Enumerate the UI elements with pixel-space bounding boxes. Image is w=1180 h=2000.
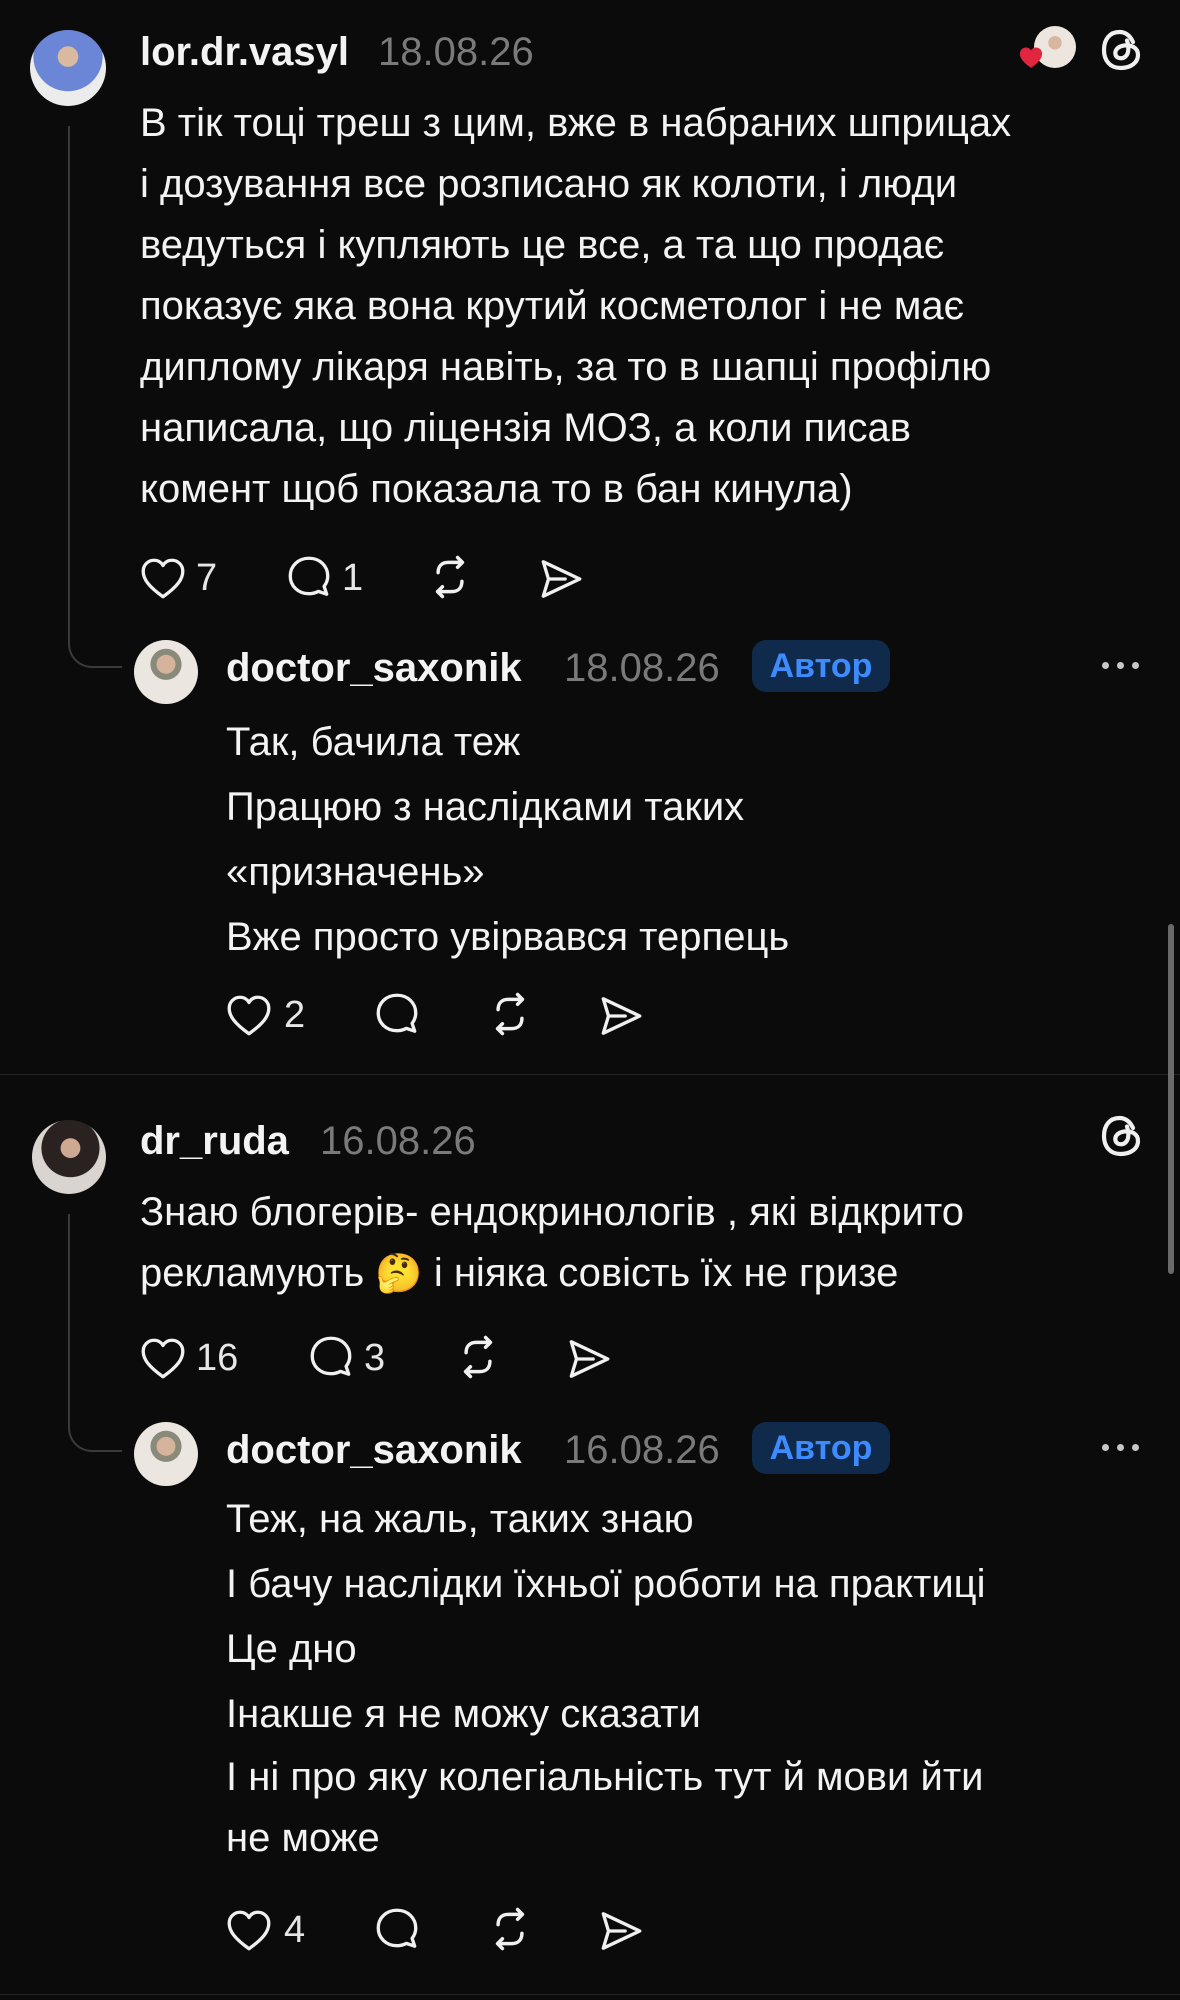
comment-line: ведуться і купляють це все, а та що прод… xyxy=(140,223,945,267)
repost-icon[interactable] xyxy=(484,1902,536,1956)
text-segment: рекламують xyxy=(140,1251,365,1295)
reply-count: 3 xyxy=(364,1337,386,1379)
reply-line: Так, бачила теж xyxy=(226,720,521,764)
like-icon[interactable] xyxy=(224,991,274,1041)
timestamp: 18.08.26 xyxy=(378,30,534,74)
liked-by-author-indicator xyxy=(1016,26,1078,76)
like-count: 7 xyxy=(196,557,218,599)
scrollbar[interactable] xyxy=(1168,924,1174,1274)
text-segment: і ніяка совість їх не гризе xyxy=(433,1251,899,1295)
more-options-icon[interactable] xyxy=(1102,1444,1142,1452)
thinking-face-emoji: 🤔 xyxy=(375,1253,423,1295)
avatar[interactable] xyxy=(134,640,198,704)
reply-count: 1 xyxy=(342,557,364,599)
username[interactable]: dr_ruda xyxy=(140,1117,289,1165)
comment-text: В тік тоці треш з цим, вже в набраних шп… xyxy=(140,93,1011,520)
repost-icon[interactable] xyxy=(452,1330,504,1384)
timestamp: 18.08.26 xyxy=(564,646,720,690)
comment-line: В тік тоці треш з цим, вже в набраних шп… xyxy=(140,101,1012,145)
avatar[interactable] xyxy=(30,30,106,106)
username[interactable]: lor.dr.vasyl xyxy=(140,28,349,76)
more-options-icon[interactable] xyxy=(1102,662,1142,670)
divider xyxy=(0,1994,1180,1995)
username[interactable]: doctor_saxonik xyxy=(226,644,522,692)
timestamp: 16.08.26 xyxy=(320,1119,476,1163)
reply-line: Працюю з наслідками таких xyxy=(226,785,745,829)
thread-line xyxy=(68,1214,70,1390)
reply-text: Так, бачила теж Працюю з наслідками таки… xyxy=(226,710,789,970)
heart-icon xyxy=(1019,47,1043,68)
reply-line: Вже просто увірвався терпець xyxy=(226,915,790,959)
comment-line: диплому лікаря навіть, за то в шапці про… xyxy=(140,345,992,389)
comment-line: комент щоб показала то в бан кинула) xyxy=(140,467,853,511)
like-icon[interactable] xyxy=(138,1334,188,1384)
share-icon[interactable] xyxy=(596,1906,646,1956)
thread-connector xyxy=(68,1384,122,1452)
comment-icon[interactable] xyxy=(372,989,422,1039)
reply-line: Це дно xyxy=(226,1627,357,1671)
like-count: 2 xyxy=(284,994,306,1036)
like-icon[interactable] xyxy=(138,554,188,604)
author-badge: Автор xyxy=(752,1422,890,1474)
reply-line: І ні про яку колегіальність тут й мови й… xyxy=(226,1755,984,1799)
reply-line: «призначень» xyxy=(226,850,485,894)
comment-line: рекламують 🤔 і ніяка совість їх не гризе xyxy=(140,1243,964,1305)
thread-line xyxy=(68,126,70,606)
author-badge: Автор xyxy=(752,640,890,692)
reply-line: не може xyxy=(226,1816,380,1860)
comment-line: написала, що ліцензія МОЗ, а коли писав xyxy=(140,406,912,450)
comment-line: показує яка вона крутий косметолог і не … xyxy=(140,284,965,328)
username[interactable]: doctor_saxonik xyxy=(226,1426,522,1474)
share-icon[interactable] xyxy=(596,991,646,1041)
comment-line: Знаю блогерів- ендокринологів , які відк… xyxy=(140,1190,964,1234)
reply-line: Теж, на жаль, таких знаю xyxy=(226,1497,694,1541)
comment-icon[interactable] xyxy=(372,1904,422,1954)
reply-line: І бачу наслідки їхньої роботи на практиц… xyxy=(226,1562,986,1606)
thread-connector xyxy=(68,600,122,668)
avatar[interactable] xyxy=(134,1422,198,1486)
comment-line: і дозування все розписано як колоти, і л… xyxy=(140,162,958,206)
divider xyxy=(0,1074,1180,1075)
comment-icon[interactable] xyxy=(306,1332,356,1382)
share-icon[interactable] xyxy=(536,554,586,604)
avatar[interactable] xyxy=(32,1120,106,1194)
comment-icon[interactable] xyxy=(284,552,334,602)
comment-text: Знаю блогерів- ендокринологів , які відк… xyxy=(140,1182,964,1305)
repost-icon[interactable] xyxy=(484,987,536,1041)
reply-text: Теж, на жаль, таких знаю І бачу наслідки… xyxy=(226,1487,985,1869)
reply-line: Інакше я не можу сказати xyxy=(226,1692,701,1736)
threads-logo-icon[interactable] xyxy=(1098,26,1146,74)
like-count: 16 xyxy=(196,1337,239,1379)
share-icon[interactable] xyxy=(564,1334,614,1384)
timestamp: 16.08.26 xyxy=(564,1428,720,1472)
like-count: 4 xyxy=(284,1909,306,1951)
like-icon[interactable] xyxy=(224,1906,274,1956)
threads-logo-icon[interactable] xyxy=(1098,1112,1146,1160)
repost-icon[interactable] xyxy=(424,550,476,604)
